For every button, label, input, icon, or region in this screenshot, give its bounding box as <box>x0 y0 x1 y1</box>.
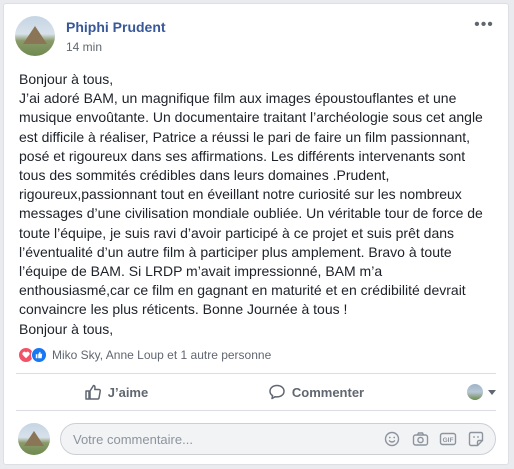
post-header: Phiphi Prudent 14 min ••• <box>15 16 498 60</box>
reactions-names[interactable]: Miko Sky, Anne Loup et 1 autre personne <box>52 348 271 362</box>
like-label: J’aime <box>107 384 149 400</box>
camera-icon[interactable] <box>411 430 429 448</box>
divider <box>16 373 496 374</box>
comment-button[interactable]: Commenter <box>216 376 416 408</box>
emoji-icon[interactable] <box>383 430 401 448</box>
reaction-audience-selector[interactable] <box>416 376 496 408</box>
post-paragraph: Bonjour à tous, <box>19 71 114 87</box>
divider <box>16 410 496 411</box>
svg-text:GIF: GIF <box>443 437 454 444</box>
post-paragraph: J’ai adoré BAM, un magnifique film aux i… <box>19 90 483 318</box>
more-options-icon[interactable]: ••• <box>474 17 494 34</box>
comment-label: Commenter <box>291 384 365 400</box>
like-button[interactable]: J’aime <box>16 376 216 408</box>
gif-icon[interactable]: GIF <box>439 430 457 448</box>
chevron-down-icon <box>488 389 496 395</box>
comment-icon <box>268 383 286 401</box>
sticker-icon[interactable] <box>467 430 485 448</box>
post-card: Phiphi Prudent 14 min ••• Bonjour à tous… <box>3 3 509 465</box>
post-timestamp[interactable]: 14 min <box>66 40 102 54</box>
author-name[interactable]: Phiphi Prudent <box>66 19 166 35</box>
comment-placeholder[interactable]: Votre commentaire... <box>73 432 383 447</box>
comment-composer: Votre commentaire... GIF <box>18 421 496 457</box>
profile-avatar <box>467 384 483 400</box>
composer-icons: GIF <box>383 430 495 448</box>
author-avatar[interactable] <box>15 16 55 56</box>
like-icon <box>31 347 47 363</box>
comment-input[interactable]: Votre commentaire... GIF <box>60 423 496 455</box>
post-body: Bonjour à tous, J’ai adoré BAM, un magni… <box>19 70 495 339</box>
action-bar: J’aime Commenter <box>16 375 496 409</box>
user-avatar[interactable] <box>18 423 50 455</box>
post-paragraph: Bonjour à tous, <box>19 320 114 337</box>
reactions-summary[interactable]: Miko Sky, Anne Loup et 1 autre personne <box>18 345 271 365</box>
thumbs-up-icon <box>84 383 102 401</box>
